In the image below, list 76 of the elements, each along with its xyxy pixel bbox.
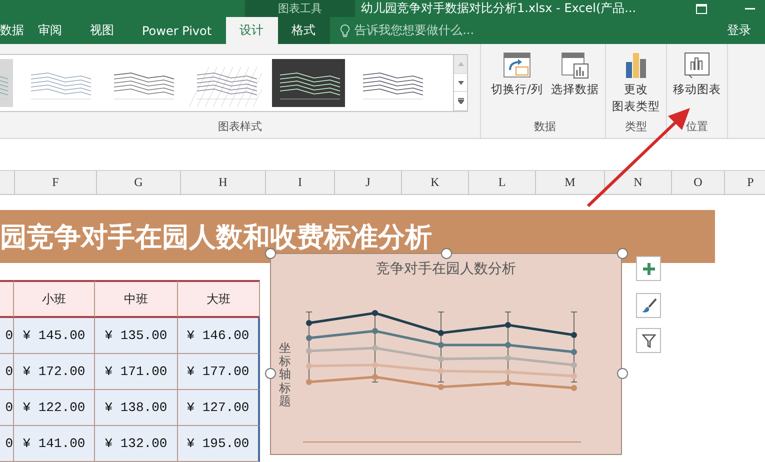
table-swap-icon: [502, 50, 532, 80]
paintbrush-icon: [640, 298, 656, 314]
column-header[interactable]: H: [181, 170, 266, 194]
ribbon-tab[interactable]: 视图: [76, 17, 128, 44]
chart-style-thumbnail[interactable]: [272, 59, 345, 107]
group-label: 图表样式: [217, 119, 263, 135]
resize-handle[interactable]: [617, 368, 628, 379]
window-title: 幼儿园竞争对手数据对比分析1.xlsx - Excel(产品...: [361, 0, 636, 17]
ribbon-button[interactable]: 切换行/列: [489, 48, 545, 99]
table-header-cell: [0, 280, 14, 318]
search-field[interactable]: 告诉我您想要做什么...: [330, 17, 474, 44]
chart-style-thumbnail[interactable]: [0, 59, 13, 107]
column-header[interactable]: N: [605, 170, 672, 194]
error-bar: [438, 312, 444, 382]
table-cell: ¥ 195.00: [178, 426, 260, 462]
table-cell: ¥ 145.00: [14, 318, 95, 354]
table-chart-icon: [560, 50, 590, 80]
table-cell: 0: [0, 426, 14, 462]
chart-styles-button[interactable]: [636, 293, 661, 318]
lightbulb-icon: [340, 24, 350, 38]
ribbon-tab[interactable]: 格式: [278, 17, 330, 44]
table-header-cell: 中班: [95, 280, 178, 318]
sheet-title-banner: 园竞争对手在园人数和收费标准分析: [0, 210, 715, 263]
table-cell: ¥ 132.00: [95, 426, 178, 462]
contextual-tab-label: 图表工具: [245, 0, 355, 17]
table-cell: ¥ 171.00: [95, 354, 178, 390]
ribbon-tab[interactable]: Power Pivot: [128, 17, 226, 44]
ribbon-tab[interactable]: 数据: [0, 17, 24, 44]
filter-icon: [642, 334, 656, 348]
plus-icon: [642, 262, 656, 276]
column-header[interactable]: P: [725, 170, 765, 194]
chart-filter-button[interactable]: [636, 328, 661, 353]
table-cell: ¥ 127.00: [178, 390, 260, 426]
sign-in-link[interactable]: 登录: [727, 17, 765, 44]
table-cell: ¥ 141.00: [14, 426, 95, 462]
chart-move-icon: [682, 50, 712, 80]
error-bar: [570, 312, 578, 382]
column-header[interactable]: J: [335, 170, 402, 194]
table-cell: ¥ 172.00: [14, 354, 95, 390]
resize-handle[interactable]: [265, 368, 276, 379]
chart-elements-button[interactable]: [636, 256, 661, 281]
table-header-cell: 大班: [178, 280, 260, 318]
table-cell: ¥ 122.00: [14, 390, 95, 426]
group-label: 类型: [624, 119, 648, 135]
caret-up-icon: [458, 62, 464, 66]
table-cell: 0: [0, 354, 14, 390]
axis-title: 坐标轴标题: [279, 342, 291, 408]
column-header[interactable]: F: [15, 170, 97, 194]
restore-icon[interactable]: [696, 4, 707, 14]
column-header[interactable]: G: [97, 170, 181, 194]
error-bar: [504, 312, 512, 382]
caret-down-icon: [458, 80, 464, 84]
chart-area[interactable]: 竞争对手在园人数分析 坐标轴标题: [270, 253, 622, 455]
column-header[interactable]: L: [469, 170, 536, 194]
minimize-icon[interactable]: [745, 8, 755, 10]
table-cell: 0: [0, 318, 14, 354]
scroll-down-button[interactable]: [454, 74, 467, 92]
table-cell: ¥ 138.00: [95, 390, 178, 426]
ribbon-tab[interactable]: 设计: [226, 17, 278, 44]
expand-icon: [458, 98, 464, 104]
column-header[interactable]: K: [402, 170, 469, 194]
ribbon-button[interactable]: 更改 图表类型: [610, 48, 662, 116]
ribbon-button[interactable]: 选择数据: [548, 48, 601, 99]
chart-title: 竞争对手在园人数分析: [375, 260, 517, 278]
ribbon-tab[interactable]: 审阅: [24, 17, 76, 44]
ribbon-button[interactable]: 移动图表: [670, 48, 723, 99]
table-cell: ¥ 146.00: [178, 318, 260, 354]
group-label: 位置: [684, 119, 709, 135]
table-cell: 0: [0, 390, 14, 426]
group-label: 数据: [532, 119, 557, 135]
column-header[interactable]: O: [672, 170, 725, 194]
column-header[interactable]: M: [536, 170, 605, 194]
table-header-cell: 小班: [14, 280, 95, 318]
column-header[interactable]: I: [266, 170, 335, 194]
table-cell: ¥ 135.00: [95, 318, 178, 354]
table-cell: ¥ 177.00: [178, 354, 260, 390]
